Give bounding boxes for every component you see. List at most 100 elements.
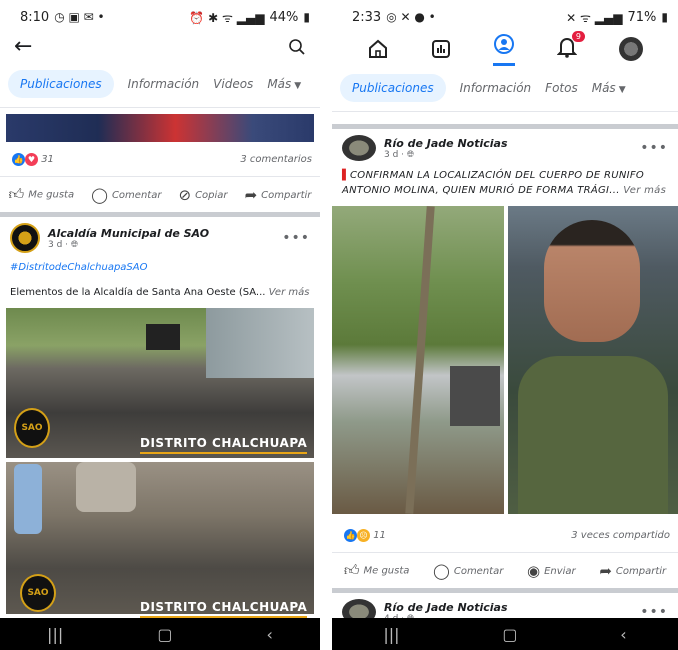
tab-fotos[interactable]: Fotos [545,81,578,95]
battery-level: 44% [269,9,299,25]
post-time: 3 d · [384,149,405,160]
post-header: Río de Jade Noticias 3 d · 🌐︎ ••• [332,129,678,167]
worker-shape [14,464,42,534]
love-reaction-icon: ♥ [25,152,38,166]
menu-avatar[interactable] [619,37,643,61]
post-author[interactable]: Río de Jade Noticias [384,137,508,150]
android-nav-bar: ||| ▢ ‹ [0,618,320,650]
caret-down-icon: ▼ [618,84,626,95]
red-pin-icon: ▌ [342,170,350,181]
tab-informacion[interactable]: Información [128,77,200,91]
status-bar: 2:33 ◎ ✕ ● • ✕ ᯤ ▂▄▆ 71% ▮ [332,0,678,34]
see-more-link[interactable]: Ver más [269,287,310,298]
recent-apps-icon[interactable]: ||| [47,625,63,644]
tab-publicaciones[interactable]: Publicaciones [8,69,114,98]
back-nav-icon[interactable]: ‹ [620,625,626,644]
notification-icons: ◷ ▣ ✉ • [54,10,105,24]
reaction-count: 11 [373,529,386,541]
post-author[interactable]: Río de Jade Noticias [384,601,508,614]
post-actions: 👍︎ Me gusta ◯ Comentar ⊘ Copiar ➦ Compartir [0,176,320,212]
tree-trunk-shape [405,206,435,514]
comment-button[interactable]: ◯ Comentar [433,562,503,580]
post-photo-river[interactable] [332,206,504,514]
share-button[interactable]: ➦ Compartir [599,562,666,580]
post-time: 3 d · [48,239,69,250]
sad-reaction-icon: ☹ [357,528,370,542]
post-header: Alcaldía Municipal de SAO 3 d · 🌐︎ ••• [0,217,320,259]
notifications-button[interactable]: 9 [556,31,585,62]
tab-publicaciones[interactable]: Publicaciones [340,73,446,102]
like-label: Me gusta [28,189,75,201]
system-icons: ✕ ᯤ ▂▄▆ [566,10,623,25]
comment-label: Comentar [111,189,162,201]
worker-shape [76,462,136,512]
notification-icons: ◎ ✕ ● • [386,10,436,24]
tab-videos[interactable]: Videos [213,77,253,91]
like-reaction-icon: 👍 [12,152,25,166]
back-nav-icon[interactable]: ‹ [267,625,273,644]
home-icon[interactable]: ▢ [502,625,517,644]
reaction-summary[interactable]: 👍 ☹ 11 3 veces compartido [332,518,678,552]
tab-mas[interactable]: Más ▼ [592,81,626,95]
link-icon: ⊘ [178,185,192,204]
comment-button[interactable]: ◯ Comentar [91,186,161,204]
like-button[interactable]: 👍︎ Me gusta [9,185,75,204]
home-icon[interactable]: ▢ [157,625,172,644]
comment-icon: ◯ [91,185,108,204]
status-bar: 8:10 ◷ ▣ ✉ • ⏰ ✱ ᯤ ▂▄▆ 44% ▮ [0,0,320,34]
shirt-shape [518,356,668,514]
previous-post-image[interactable] [6,114,314,142]
battery-level: 71% [627,9,657,25]
avatar[interactable] [10,223,40,253]
home-icon[interactable] [367,39,389,59]
whatsapp-icon: ◉ [526,561,541,580]
tab-mas[interactable]: Más ▼ [267,77,301,91]
dashboard-icon[interactable] [431,39,451,59]
post-photo-2[interactable]: SAO DISTRITO CHALCHUAPA [6,462,314,618]
image-caption: DISTRITO CHALCHUAPA [140,600,308,618]
building-shape [450,366,500,426]
screen-divider [320,0,332,650]
share-button[interactable]: ➦ Compartir [245,186,312,204]
share-icon: ➦ [244,185,258,204]
like-reaction-icon: 👍 [344,528,357,542]
share-label: Compartir [615,565,667,577]
globe-icon: 🌐︎ [70,239,79,250]
recent-apps-icon[interactable]: ||| [383,625,399,644]
hashtag-link[interactable]: #DistritodeChalchuapaSAO [10,262,147,273]
post-text: Elementos de la Alcaldía de Santa Ana Oe… [10,286,266,298]
send-label: Enviar [544,565,576,577]
like-button[interactable]: 👍︎ Me gusta [344,561,410,580]
avatar[interactable] [342,135,376,161]
notification-badge: 9 [571,31,585,42]
post-actions: 👍︎ Me gusta ◯ Comentar ◉ Enviar ➦ Compartir [332,552,678,588]
share-count[interactable]: 3 veces compartido [571,530,670,541]
more-options-icon[interactable]: ••• [282,230,310,246]
reaction-count: 31 [41,153,54,165]
copy-button[interactable]: ⊘ Copiar [179,186,228,204]
reaction-summary[interactable]: 👍 ♥ 31 3 comentarios [0,142,320,176]
page-tabs: Publicaciones Información Videos Más ▼ [0,60,320,108]
back-arrow-icon[interactable]: ← [14,36,32,58]
profile-tab[interactable] [493,33,515,66]
share-icon: ➦ [599,561,612,580]
post-photo-portrait[interactable] [508,206,678,514]
see-more-link[interactable]: Ver más [623,185,666,196]
right-phone-screen: 2:33 ◎ ✕ ● • ✕ ᯤ ▂▄▆ 71% ▮ 9 Publicaciones … [332,0,678,650]
search-icon[interactable] [288,38,306,56]
thumbs-up-icon: 👍︎ [343,561,360,579]
post-author[interactable]: Alcaldía Municipal de SAO [48,227,209,240]
comment-count[interactable]: 3 comentarios [240,154,312,165]
building-shape [206,308,314,378]
send-button[interactable]: ◉ Enviar [527,562,576,580]
comment-icon: ◯ [433,561,450,580]
post-text: CONFIRMAN LA LOCALIZACIÓN DEL CUERPO DE … [342,170,645,196]
profile-icon [494,33,514,54]
more-options-icon[interactable]: ••• [640,140,668,156]
truck-shape [146,324,180,350]
battery-icon: ▮ [303,10,310,24]
post-photos [332,206,678,514]
tab-informacion[interactable]: Información [460,81,532,95]
post-photo-1[interactable]: SAO DISTRITO CHALCHUAPA [6,308,314,458]
battery-icon: ▮ [661,10,668,24]
